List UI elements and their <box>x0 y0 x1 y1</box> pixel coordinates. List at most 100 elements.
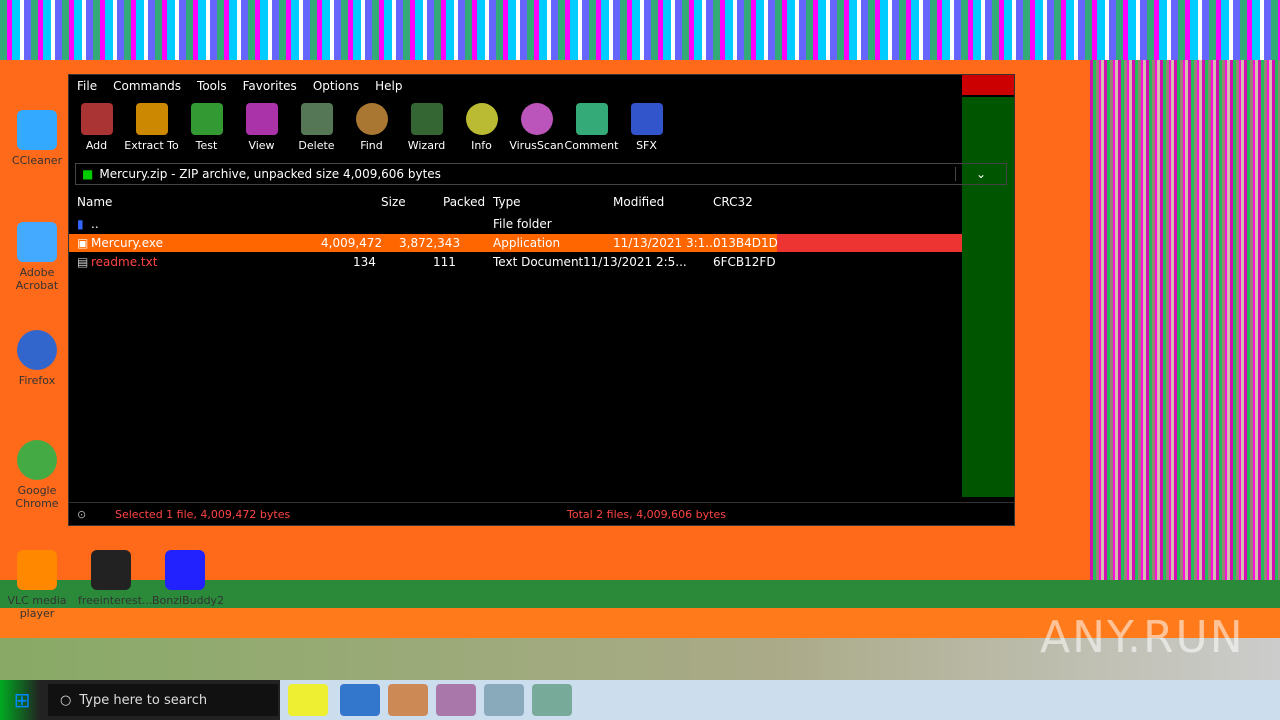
search-placeholder: Type here to search <box>79 692 208 708</box>
comment-label: Comment <box>564 139 619 152</box>
taskbar: ⊞ ○ Type here to search <box>0 680 1280 720</box>
chrome-icon <box>17 440 57 480</box>
file-name: .. <box>91 217 99 231</box>
comment-icon <box>575 103 608 135</box>
table-row[interactable]: ▮ .. File folder <box>69 215 962 233</box>
table-row[interactable]: ▤ readme.txt 134 111 Text Document 11/13… <box>69 253 962 271</box>
col-crc32[interactable]: CRC32 <box>713 195 753 209</box>
winrar-window: File Commands Tools Favorites Options He… <box>68 74 1015 526</box>
file-packed: 3,872,343 <box>399 236 461 250</box>
ccleaner-icon <box>17 110 57 150</box>
file-name: Mercury.exe <box>91 236 164 250</box>
menu-commands[interactable]: Commands <box>105 79 189 93</box>
taskbar-search[interactable]: ○ Type here to search <box>48 684 278 716</box>
desktop-icon-label: CCleaner <box>11 154 63 167</box>
address-text: Mercury.zip - ZIP archive, unpacked size… <box>99 167 441 181</box>
desktop-icon-label: Firefox <box>18 374 56 387</box>
col-packed[interactable]: Packed <box>443 195 485 209</box>
info-icon <box>465 103 498 135</box>
column-header: Name Size Packed Type Modified CRC32 <box>69 193 962 211</box>
windows-start-icon[interactable]: ⊞ <box>0 680 44 720</box>
taskbar-app-icon[interactable] <box>484 684 524 716</box>
desktop-icon-vlc[interactable]: VLC media player <box>4 550 70 620</box>
menu-favorites[interactable]: Favorites <box>235 79 305 93</box>
status-bar: ⊙ Selected 1 file, 4,009,472 bytes Total… <box>69 502 1014 525</box>
delete-button[interactable]: Delete <box>289 99 344 157</box>
menu-options[interactable]: Options <box>305 79 367 93</box>
desktop-icon-label: Adobe Acrobat <box>15 266 59 292</box>
chevron-down-icon[interactable]: ⌄ <box>955 167 1006 181</box>
desktop-icon-label: BonziBuddy2 <box>152 594 225 607</box>
virusscan-label: VirusScan <box>509 139 564 152</box>
view-button[interactable]: View <box>234 99 289 157</box>
address-bar[interactable]: ■ Mercury.zip - ZIP archive, unpacked si… <box>75 163 1007 185</box>
add-label: Add <box>85 139 108 152</box>
folder-extract-icon <box>135 103 168 135</box>
folder-up-icon: ▮ <box>77 217 84 231</box>
firefox-icon <box>17 330 57 370</box>
winrar-taskbar-icon[interactable] <box>532 684 572 716</box>
col-name[interactable]: Name <box>77 195 112 209</box>
explorer-icon[interactable] <box>388 684 428 716</box>
virus-scan-icon <box>520 103 553 135</box>
menu-tools[interactable]: Tools <box>189 79 235 93</box>
test-button[interactable]: Test <box>179 99 234 157</box>
sfx-label: SFX <box>636 139 657 152</box>
task-view-icon[interactable] <box>288 684 328 716</box>
file-name: readme.txt <box>91 255 158 269</box>
test-clipboard-icon <box>190 103 223 135</box>
file-type: Application <box>493 236 561 250</box>
desktop-icon-acrobat[interactable]: Adobe Acrobat <box>4 222 70 292</box>
glitch-top-band <box>0 0 1280 60</box>
view-label: View <box>248 139 275 152</box>
wizard-label: Wizard <box>407 139 446 152</box>
text-file-icon: ▤ <box>77 255 89 269</box>
menu-bar: File Commands Tools Favorites Options He… <box>69 75 962 97</box>
sfx-icon <box>630 103 663 135</box>
archive-icon: ■ <box>82 167 94 181</box>
comment-button[interactable]: Comment <box>564 99 619 157</box>
taskbar-app-icon[interactable] <box>436 684 476 716</box>
col-size[interactable]: Size <box>381 195 406 209</box>
virusscan-button[interactable]: VirusScan <box>509 99 564 157</box>
info-button[interactable]: Info <box>454 99 509 157</box>
col-modified[interactable]: Modified <box>613 195 664 209</box>
wand-icon <box>410 103 443 135</box>
book-view-icon <box>245 103 278 135</box>
col-type[interactable]: Type <box>493 195 521 209</box>
wizard-button[interactable]: Wizard <box>399 99 454 157</box>
watermark-logo: ANY.RUN <box>1040 612 1245 663</box>
status-selected: Selected 1 file, 4,009,472 bytes <box>115 508 291 521</box>
file-crc: 013B4D1D <box>713 236 778 250</box>
find-label: Find <box>360 139 383 152</box>
find-button[interactable]: Find <box>344 99 399 157</box>
menu-help[interactable]: Help <box>367 79 410 93</box>
desktop-icon-label: VLC media player <box>7 594 67 620</box>
search-icon: ○ <box>60 692 72 708</box>
desktop-icon-ccleaner[interactable]: CCleaner <box>4 110 70 167</box>
desktop-icon-chrome[interactable]: Google Chrome <box>4 440 70 510</box>
file-crc: 6FCB12FD <box>713 255 776 269</box>
desktop-icon-bonzibuddy[interactable]: BonziBuddy2 <box>152 550 224 607</box>
extract-to-button[interactable]: Extract To <box>124 99 179 157</box>
menu-file[interactable]: File <box>69 79 105 93</box>
toolbar: Add Extract To Test View Delete Find Wiz… <box>69 99 674 159</box>
desktop-icon-firefox[interactable]: Firefox <box>4 330 70 387</box>
file-size: 134 <box>353 255 376 269</box>
exe-icon: ▣ <box>77 236 89 250</box>
file-icon <box>91 550 131 590</box>
file-type: File folder <box>493 217 552 231</box>
add-button[interactable]: Add <box>69 99 124 157</box>
table-row-selected[interactable]: ▣ Mercury.exe 4,009,472 3,872,343 Applic… <box>69 234 962 252</box>
disk-icon: ⊙ <box>77 508 87 521</box>
desktop-icon-label: Google Chrome <box>15 484 59 510</box>
info-label: Info <box>471 139 492 152</box>
edge-icon[interactable] <box>340 684 380 716</box>
delete-label: Delete <box>298 139 335 152</box>
desktop-icon-freeinterest[interactable]: freeinterest... <box>78 550 152 607</box>
file-modified: 11/13/2021 2:5... <box>583 255 687 269</box>
sfx-button[interactable]: SFX <box>619 99 674 157</box>
file-packed: 111 <box>433 255 456 269</box>
close-button[interactable] <box>962 75 1014 95</box>
test-label: Test <box>195 139 218 152</box>
